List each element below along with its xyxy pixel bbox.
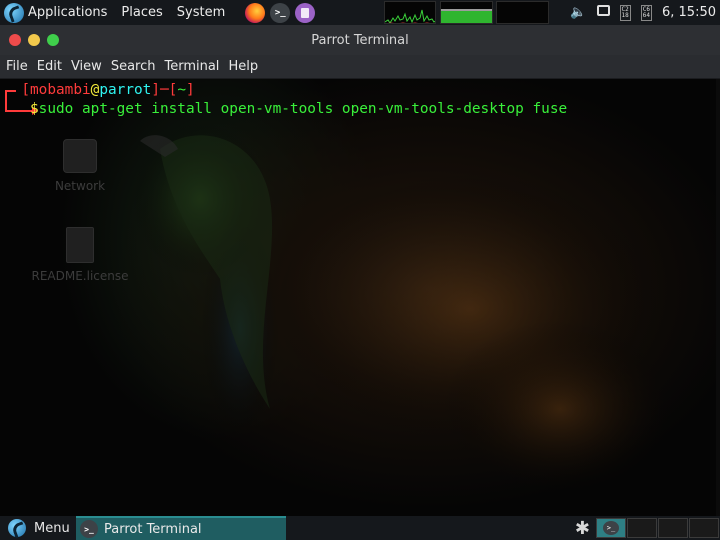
menu-search[interactable]: Search bbox=[111, 59, 156, 74]
terminal-menubar: File Edit View Search Terminal Help bbox=[0, 55, 720, 79]
window-title: Parrot Terminal bbox=[311, 32, 409, 48]
file-icon bbox=[66, 227, 94, 263]
menu-view[interactable]: View bbox=[71, 59, 102, 74]
terminal-scrollbar[interactable] bbox=[716, 79, 720, 516]
prompt-bracket-open: [ bbox=[4, 82, 30, 98]
desktop-readme-icon: README.license bbox=[28, 227, 132, 283]
menu-file[interactable]: File bbox=[6, 59, 28, 74]
terminal-task-icon: >_ bbox=[80, 520, 98, 538]
launcher-group: >_ bbox=[245, 2, 320, 23]
top-panel: Applications Places System >_ 🔈 C2 18 C6 6… bbox=[0, 0, 720, 25]
system-tray: 🔈 C2 18 C6 64 6, 15:50 bbox=[560, 0, 720, 25]
prompt-host: parrot bbox=[99, 82, 152, 98]
parrot-logo-icon[interactable] bbox=[4, 2, 24, 23]
top-panel-left: Applications Places System >_ bbox=[0, 0, 320, 25]
workspace-2[interactable] bbox=[627, 518, 657, 538]
workspace-1[interactable]: >_ bbox=[596, 518, 626, 538]
terminal-launcher-icon[interactable]: >_ bbox=[270, 2, 291, 23]
desktop-network-icon: Network bbox=[48, 139, 112, 193]
bottom-panel: Menu >_ Parrot Terminal ✱ >_ bbox=[0, 516, 720, 540]
menu-terminal[interactable]: Terminal bbox=[164, 59, 219, 74]
workspace-3[interactable] bbox=[658, 518, 688, 538]
menu-edit[interactable]: Edit bbox=[37, 59, 62, 74]
window-titlebar[interactable]: Parrot Terminal bbox=[0, 25, 720, 55]
desktop-readme-label: README.license bbox=[31, 269, 129, 283]
desktop-network-label: Network bbox=[54, 179, 106, 193]
network-graph[interactable] bbox=[496, 1, 549, 24]
applications-menu[interactable]: Applications bbox=[28, 5, 107, 20]
clock[interactable]: 6, 15:50 bbox=[662, 5, 716, 20]
places-menu[interactable]: Places bbox=[121, 5, 162, 20]
cpu-graph[interactable] bbox=[384, 1, 436, 24]
prompt-bracket-close: ] bbox=[185, 82, 195, 98]
cpu-indicator[interactable]: C2 18 bbox=[619, 4, 631, 21]
command-text: sudo apt-get install open-vm-tools open-… bbox=[38, 101, 568, 117]
taskbar-item-terminal[interactable]: >_ Parrot Terminal bbox=[76, 516, 286, 540]
prompt-user: mobambi bbox=[30, 82, 91, 98]
prompt-bracket-sep: ]─[ bbox=[151, 82, 178, 98]
window-icon-shape bbox=[596, 5, 610, 16]
notes-icon[interactable] bbox=[295, 2, 316, 23]
cpu-graph-svg bbox=[385, 9, 435, 23]
memory-graph[interactable] bbox=[440, 1, 493, 24]
volume-icon[interactable]: 🔈 bbox=[570, 5, 586, 20]
network-icon bbox=[63, 139, 97, 173]
network-graph-svg bbox=[497, 2, 549, 24]
bottom-panel-right: ✱ >_ bbox=[575, 516, 720, 540]
mem-indicator[interactable]: C6 64 bbox=[640, 4, 652, 21]
firefox-icon[interactable] bbox=[245, 2, 266, 23]
menu-help[interactable]: Help bbox=[228, 59, 258, 74]
prompt: [mobambi@parrot]─[~] $sudo apt-get insta… bbox=[0, 79, 567, 159]
menu-button[interactable]: Menu bbox=[0, 516, 76, 540]
workspace-terminal-icon: >_ bbox=[603, 521, 619, 535]
parrot-menu-icon bbox=[8, 519, 26, 537]
system-menu[interactable]: System bbox=[177, 5, 225, 20]
command-line[interactable]: $sudo apt-get install open-vm-tools open… bbox=[4, 99, 567, 119]
prompt-header: [mobambi@parrot]─[~] bbox=[4, 80, 195, 100]
prompt-dollar: $ bbox=[30, 101, 39, 117]
asterisk-icon[interactable]: ✱ bbox=[575, 518, 590, 539]
memory-graph-svg bbox=[441, 9, 492, 23]
prompt-indent bbox=[4, 101, 30, 117]
window-list-icon[interactable] bbox=[596, 5, 610, 20]
menu-button-label: Menu bbox=[34, 520, 70, 536]
workspace-4[interactable] bbox=[689, 518, 719, 538]
taskbar-item-label: Parrot Terminal bbox=[104, 521, 202, 537]
terminal-area[interactable]: Network README.license [mobambi@parrot]─… bbox=[0, 79, 720, 516]
prompt-cwd: ~ bbox=[177, 82, 186, 98]
